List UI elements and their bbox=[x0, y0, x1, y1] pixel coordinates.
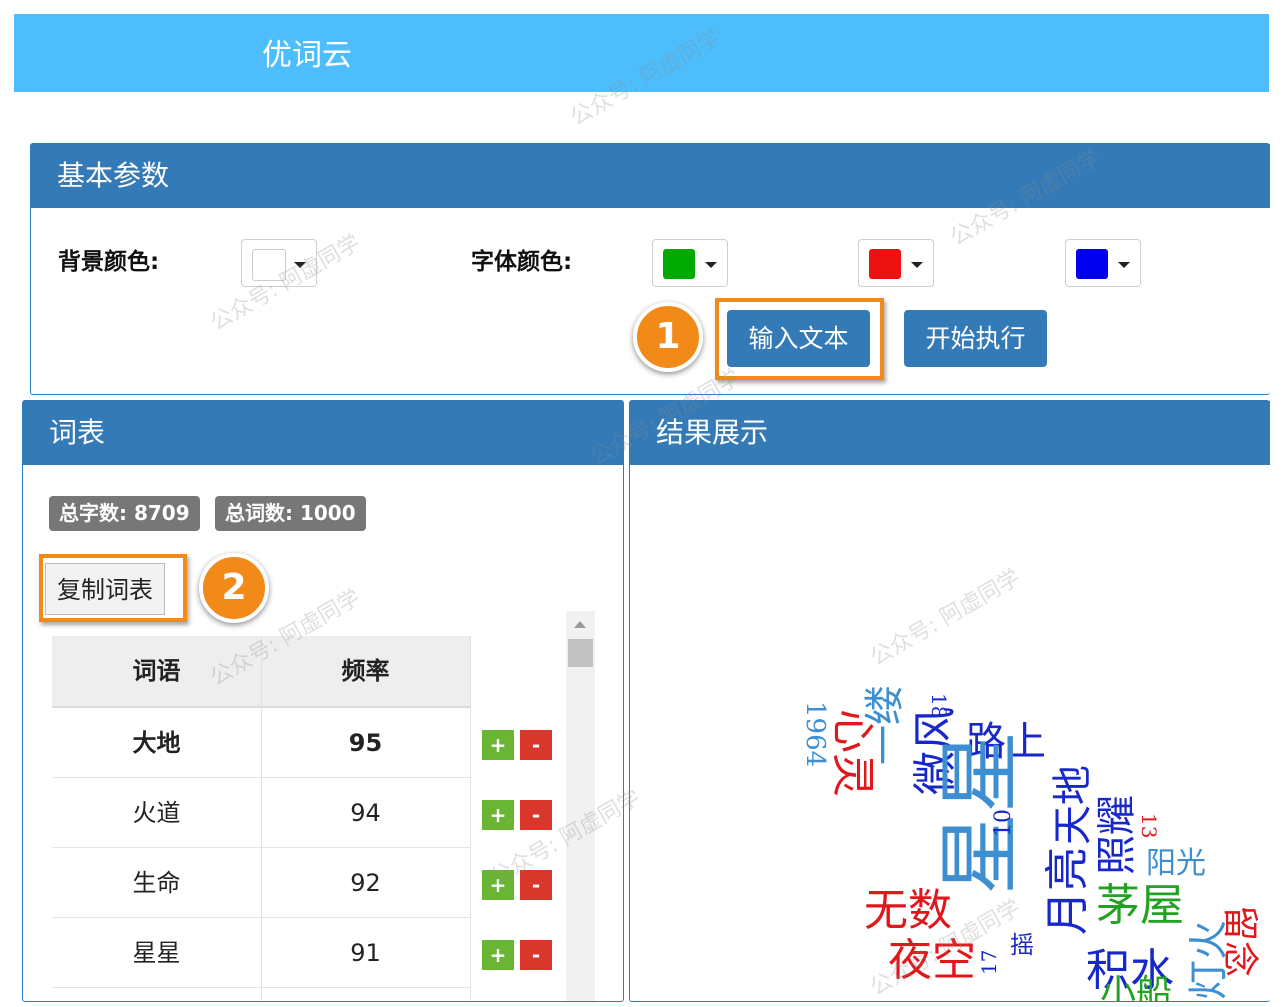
input-text-button[interactable]: 输入文本 bbox=[727, 310, 870, 367]
decrease-button[interactable]: - bbox=[520, 870, 552, 900]
cloud-word: 茅屋 bbox=[1096, 880, 1184, 931]
params-header: 基本参数 bbox=[31, 144, 1270, 208]
row-word: 大地 bbox=[132, 729, 181, 757]
increase-button[interactable]: + bbox=[482, 800, 514, 830]
cloud-word: 无数 bbox=[864, 885, 952, 936]
decrease-button[interactable]: - bbox=[520, 730, 552, 760]
cloud-word: 13 bbox=[1137, 813, 1161, 838]
run-button[interactable]: 开始执行 bbox=[904, 310, 1047, 367]
word-cloud: 1964 心灵 一缕 18 路上 微风 星星 天地 照耀 阳光 茅屋 月亮 积水… bbox=[800, 685, 1260, 1001]
row-word: 生命 bbox=[132, 869, 181, 897]
cloud-word: 照耀 bbox=[1094, 795, 1140, 875]
font-color-picker-2[interactable] bbox=[858, 239, 934, 287]
caret-down-icon bbox=[705, 262, 717, 268]
decrease-button[interactable]: - bbox=[520, 800, 552, 830]
bg-color-label: 背景颜色: bbox=[58, 249, 160, 275]
caret-down-icon bbox=[294, 262, 306, 268]
copy-wordlist-button[interactable]: 复制词表 bbox=[45, 563, 165, 615]
row-freq: 95 bbox=[348, 729, 383, 757]
cloud-word: 阳光 bbox=[1146, 846, 1206, 881]
row-word: 火道 bbox=[132, 799, 181, 827]
result-header: 结果展示 bbox=[630, 401, 1270, 465]
scroll-up-icon[interactable] bbox=[574, 621, 586, 628]
row-freq: 91 bbox=[350, 939, 381, 967]
total-chars-badge: 总字数: 8709 bbox=[49, 496, 200, 531]
decrease-button[interactable]: - bbox=[520, 940, 552, 970]
total-words-badge: 总词数: 1000 bbox=[215, 496, 366, 531]
font-color-swatch-red bbox=[869, 249, 901, 279]
font-color-picker-3[interactable] bbox=[1065, 239, 1141, 287]
cloud-word: 月亮 bbox=[1042, 847, 1093, 935]
step-1-badge: 1 bbox=[633, 302, 703, 372]
column-divider bbox=[261, 636, 262, 1001]
wordlist-header: 词表 bbox=[23, 401, 623, 465]
increase-button[interactable]: + bbox=[482, 940, 514, 970]
cloud-word: 摇 bbox=[1010, 931, 1034, 959]
row-freq: 94 bbox=[350, 799, 381, 827]
column-divider bbox=[470, 636, 471, 1001]
table-scrollbar[interactable] bbox=[566, 611, 595, 1001]
app-header: 优词云 bbox=[14, 14, 1269, 92]
cloud-word: 10 bbox=[991, 809, 1016, 837]
font-color-label: 字体颜色: bbox=[471, 249, 573, 275]
row-word: 星星 bbox=[132, 939, 181, 967]
col-word: 词语 bbox=[132, 657, 181, 685]
scroll-thumb[interactable] bbox=[568, 639, 593, 667]
font-color-swatch-green bbox=[663, 249, 695, 279]
col-freq: 频率 bbox=[341, 657, 390, 685]
caret-down-icon bbox=[1118, 262, 1130, 268]
cloud-word: 1964 bbox=[800, 701, 830, 767]
bg-color-swatch bbox=[252, 249, 286, 281]
wordlist-panel: 词表 总字数: 8709 总词数: 1000 复制词表 2 词语 频率 大地 9… bbox=[22, 400, 624, 1002]
font-color-swatch-blue bbox=[1076, 249, 1108, 279]
result-panel: 结果展示 1964 心灵 一缕 18 路上 微风 星星 天地 照耀 阳光 茅屋 … bbox=[629, 400, 1270, 1002]
step-2-badge: 2 bbox=[199, 553, 269, 623]
cloud-word: 小船 bbox=[1100, 973, 1172, 1001]
increase-button[interactable]: + bbox=[482, 730, 514, 760]
font-color-picker-1[interactable] bbox=[652, 239, 728, 287]
caret-down-icon bbox=[911, 262, 923, 268]
cloud-word: 17 bbox=[977, 950, 1001, 975]
cloud-word: 留念 bbox=[1219, 905, 1260, 977]
row-freq: 92 bbox=[350, 869, 381, 897]
cloud-word: 夜空 bbox=[888, 935, 976, 986]
cloud-word: 天地 bbox=[1050, 765, 1096, 845]
bg-color-picker[interactable] bbox=[241, 239, 317, 287]
params-panel: 基本参数 背景颜色: 字体颜色: 输入文本 开始执行 1 bbox=[30, 143, 1270, 395]
cloud-word: 一缕 bbox=[862, 685, 908, 765]
app-title: 优词云 bbox=[262, 38, 352, 73]
increase-button[interactable]: + bbox=[482, 870, 514, 900]
